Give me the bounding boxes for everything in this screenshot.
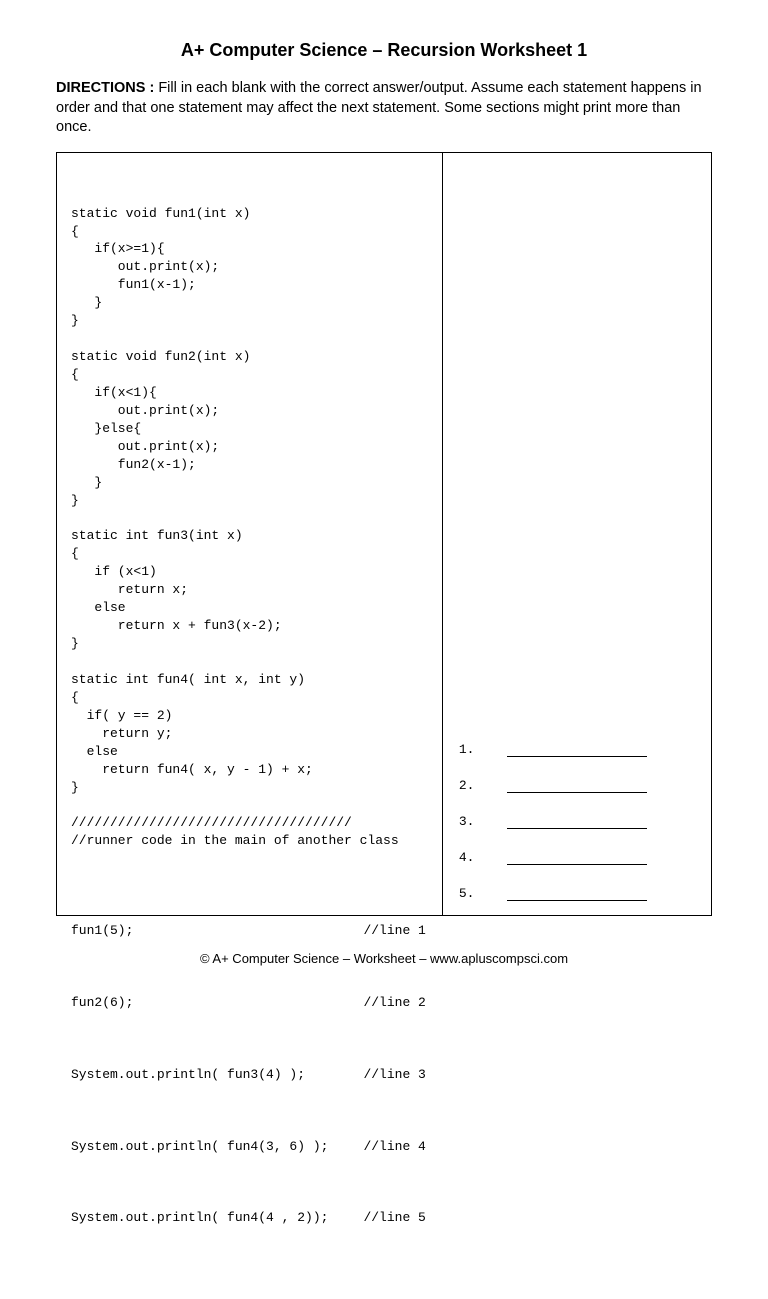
code-column: static void fun1(int x) { if(x>=1){ out.… (57, 153, 443, 915)
worksheet-box: static void fun1(int x) { if(x>=1){ out.… (56, 152, 712, 916)
answer-number: 5. (459, 886, 507, 901)
answer-number: 1. (459, 742, 507, 757)
answer-number: 2. (459, 778, 507, 793)
runner-comment: //line 2 (363, 994, 425, 1012)
code-definitions: static void fun1(int x) { if(x>=1){ out.… (71, 205, 432, 851)
answer-row: 4. (459, 849, 695, 867)
answer-blank[interactable] (507, 779, 647, 793)
runner-comment: //line 3 (363, 1066, 425, 1084)
runner-line: fun1(5); //line 1 (71, 922, 432, 940)
runner-comment: //line 4 (363, 1138, 425, 1156)
runner-line: fun2(6); //line 2 (71, 994, 432, 1012)
answer-row: 3. (459, 813, 695, 831)
answer-blank[interactable] (507, 743, 647, 757)
runner-comment: //line 5 (363, 1209, 425, 1227)
runner-line: System.out.println( fun4(4 , 2)); //line … (71, 1209, 432, 1227)
answer-blank[interactable] (507, 851, 647, 865)
answer-blank[interactable] (507, 887, 647, 901)
page-footer: © A+ Computer Science – Worksheet – www.… (0, 951, 768, 966)
runner-line: System.out.println( fun4(3, 6) ); //line … (71, 1138, 432, 1156)
runner-call: System.out.println( fun4(3, 6) ); (71, 1138, 328, 1156)
answer-row: 1. (459, 741, 695, 759)
runner-call: System.out.println( fun4(4 , 2)); (71, 1209, 328, 1227)
answer-column: 1. 2. 3. 4. 5. (443, 153, 711, 915)
answer-blank[interactable] (507, 815, 647, 829)
answer-area: 1. 2. 3. 4. 5. (443, 741, 711, 903)
runner-call: fun2(6); (71, 994, 133, 1012)
runner-call: fun1(5); (71, 922, 133, 940)
page-title: A+ Computer Science – Recursion Workshee… (56, 40, 712, 61)
directions-label: DIRECTIONS : (56, 80, 158, 96)
directions: DIRECTIONS : Fill in each blank with the… (56, 79, 712, 138)
answer-row: 2. (459, 777, 695, 795)
answer-number: 3. (459, 814, 507, 829)
runner-comment: //line 1 (363, 922, 425, 940)
answer-row: 5. (459, 885, 695, 903)
runner-line: System.out.println( fun3(4) ); //line 3 (71, 1066, 432, 1084)
runner-lines: fun1(5); //line 1 fun2(6); //line 2 System… (71, 886, 432, 1263)
runner-call: System.out.println( fun3(4) ); (71, 1066, 305, 1084)
answer-number: 4. (459, 850, 507, 865)
